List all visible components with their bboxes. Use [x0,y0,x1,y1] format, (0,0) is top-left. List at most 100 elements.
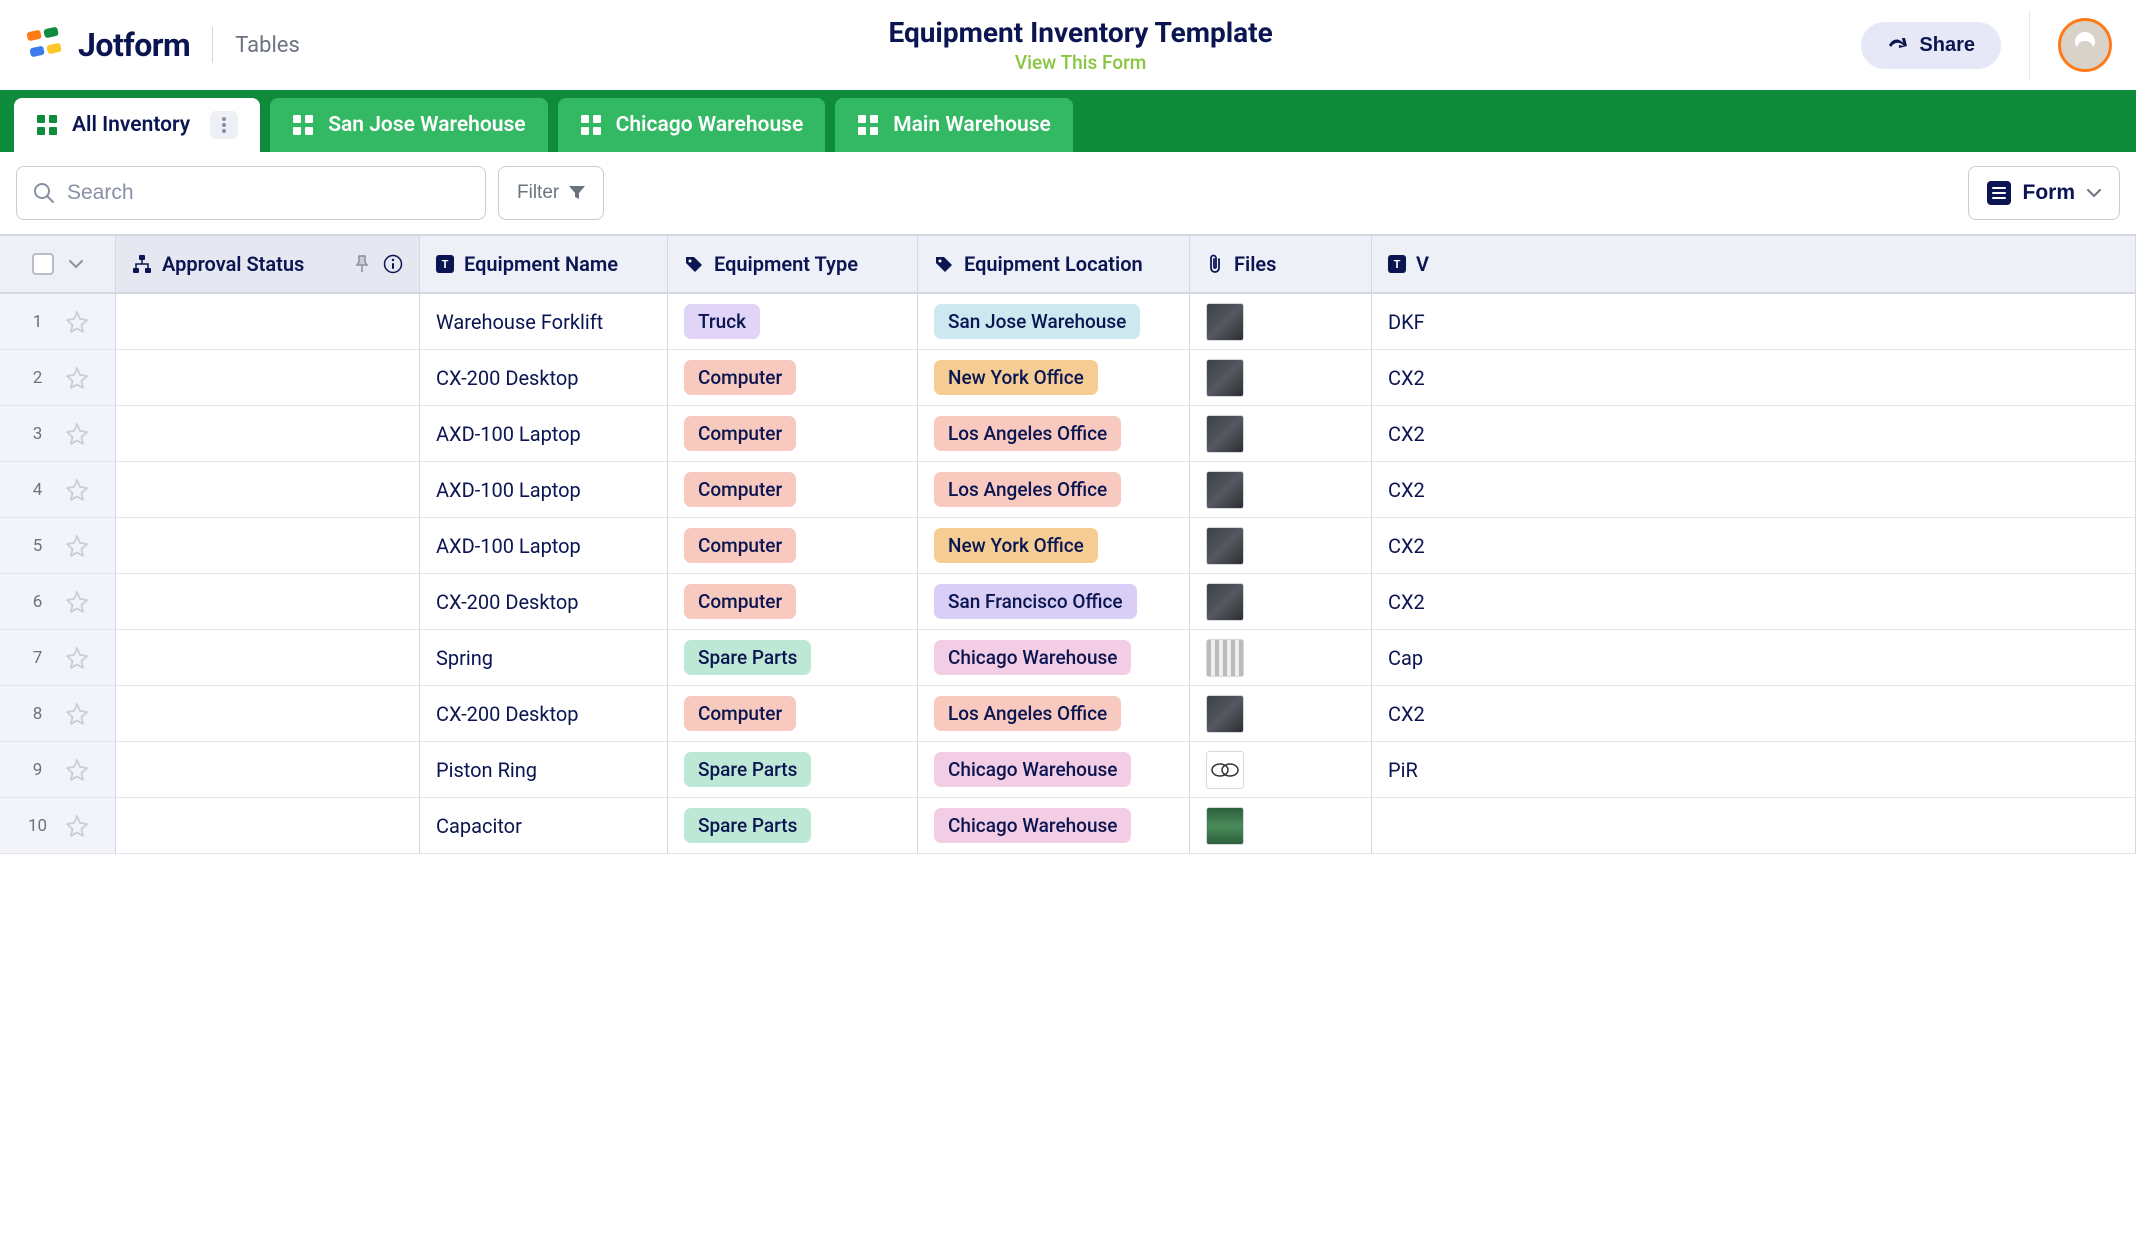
cell-approval[interactable] [116,350,420,405]
file-thumbnail[interactable] [1206,471,1244,509]
cell-type[interactable]: Computer [668,518,918,573]
tab-all-inventory[interactable]: All Inventory [14,98,260,152]
cell-vendor[interactable]: Cap [1372,630,2136,685]
cell-type[interactable]: Computer [668,406,918,461]
cell-location[interactable]: New York Office [918,350,1190,405]
brand[interactable]: Jotform [24,25,190,65]
file-thumbnail[interactable] [1206,359,1244,397]
tab-menu-button[interactable] [210,111,238,139]
tab-main-warehouse[interactable]: Main Warehouse [835,98,1073,152]
cell-files[interactable] [1190,350,1372,405]
col-header-files[interactable]: Files [1190,236,1372,292]
cell-location[interactable]: Los Angeles Office [918,686,1190,741]
table-row[interactable]: 10CapacitorSpare PartsChicago Warehouse [0,798,2136,854]
cell-approval[interactable] [116,798,420,853]
star-icon[interactable] [65,758,89,782]
cell-vendor[interactable]: CX2 [1372,686,2136,741]
pin-icon[interactable] [355,255,369,273]
cell-files[interactable] [1190,798,1372,853]
cell-approval[interactable] [116,686,420,741]
cell-type[interactable]: Computer [668,462,918,517]
cell-location[interactable]: Chicago Warehouse [918,742,1190,797]
cell-name[interactable]: AXD-100 Laptop [420,462,668,517]
cell-name[interactable]: Spring [420,630,668,685]
cell-files[interactable] [1190,742,1372,797]
cell-name[interactable]: AXD-100 Laptop [420,518,668,573]
cell-files[interactable] [1190,686,1372,741]
cell-approval[interactable] [116,518,420,573]
star-icon[interactable] [65,478,89,502]
cell-files[interactable] [1190,294,1372,349]
cell-files[interactable] [1190,574,1372,629]
col-header-location[interactable]: Equipment Location [918,236,1190,292]
cell-name[interactable]: AXD-100 Laptop [420,406,668,461]
col-header-type[interactable]: Equipment Type [668,236,918,292]
cell-name[interactable]: CX-200 Desktop [420,686,668,741]
cell-name[interactable]: Piston Ring [420,742,668,797]
table-row[interactable]: 6CX-200 DesktopComputerSan Francisco Off… [0,574,2136,630]
cell-approval[interactable] [116,406,420,461]
cell-type[interactable]: Spare Parts [668,742,918,797]
star-icon[interactable] [65,366,89,390]
select-dropdown-icon[interactable] [68,258,84,270]
form-view-button[interactable]: Form [1968,166,2121,220]
table-row[interactable]: 3AXD-100 LaptopComputerLos Angeles Offic… [0,406,2136,462]
table-row[interactable]: 4AXD-100 LaptopComputerLos Angeles Offic… [0,462,2136,518]
cell-vendor[interactable]: CX2 [1372,350,2136,405]
cell-approval[interactable] [116,630,420,685]
cell-type[interactable]: Spare Parts [668,630,918,685]
cell-approval[interactable] [116,462,420,517]
star-icon[interactable] [65,646,89,670]
cell-files[interactable] [1190,630,1372,685]
table-row[interactable]: 2CX-200 DesktopComputerNew York OfficeCX… [0,350,2136,406]
share-button[interactable]: Share [1861,22,2001,69]
cell-vendor[interactable]: CX2 [1372,574,2136,629]
cell-vendor[interactable]: CX2 [1372,518,2136,573]
cell-files[interactable] [1190,462,1372,517]
table-row[interactable]: 8CX-200 DesktopComputerLos Angeles Offic… [0,686,2136,742]
cell-name[interactable]: CX-200 Desktop [420,350,668,405]
cell-type[interactable]: Computer [668,574,918,629]
table-row[interactable]: 7SpringSpare PartsChicago WarehouseCap [0,630,2136,686]
cell-vendor[interactable]: CX2 [1372,462,2136,517]
cell-files[interactable] [1190,518,1372,573]
file-thumbnail[interactable] [1206,807,1244,845]
table-row[interactable]: 5AXD-100 LaptopComputerNew York OfficeCX… [0,518,2136,574]
cell-name[interactable]: Warehouse Forklift [420,294,668,349]
cell-approval[interactable] [116,574,420,629]
search-input[interactable] [67,181,469,205]
star-icon[interactable] [65,814,89,838]
product-name[interactable]: Tables [235,33,300,58]
file-thumbnail[interactable] [1206,639,1244,677]
table-row[interactable]: 9Piston RingSpare PartsChicago Warehouse… [0,742,2136,798]
cell-location[interactable]: New York Office [918,518,1190,573]
view-form-link[interactable]: View This Form [1015,51,1146,74]
cell-approval[interactable] [116,294,420,349]
cell-files[interactable] [1190,406,1372,461]
col-header-approval[interactable]: Approval Status [116,236,420,292]
search-field-wrap[interactable] [16,166,486,220]
cell-name[interactable]: CX-200 Desktop [420,574,668,629]
file-thumbnail[interactable] [1206,527,1244,565]
tab-san-jose-warehouse[interactable]: San Jose Warehouse [270,98,547,152]
cell-type[interactable]: Truck [668,294,918,349]
user-avatar[interactable] [2058,18,2112,72]
cell-vendor[interactable]: PiR [1372,742,2136,797]
cell-approval[interactable] [116,742,420,797]
cell-type[interactable]: Computer [668,686,918,741]
col-header-name[interactable]: T Equipment Name [420,236,668,292]
file-thumbnail[interactable] [1206,583,1244,621]
cell-type[interactable]: Spare Parts [668,798,918,853]
cell-location[interactable]: San Jose Warehouse [918,294,1190,349]
star-icon[interactable] [65,310,89,334]
cell-vendor[interactable]: CX2 [1372,406,2136,461]
file-thumbnail[interactable] [1206,751,1244,789]
cell-location[interactable]: Los Angeles Office [918,462,1190,517]
star-icon[interactable] [65,534,89,558]
cell-vendor[interactable]: DKF [1372,294,2136,349]
cell-location[interactable]: San Francisco Office [918,574,1190,629]
info-icon[interactable] [383,254,403,274]
cell-location[interactable]: Chicago Warehouse [918,630,1190,685]
cell-location[interactable]: Los Angeles Office [918,406,1190,461]
star-icon[interactable] [65,422,89,446]
